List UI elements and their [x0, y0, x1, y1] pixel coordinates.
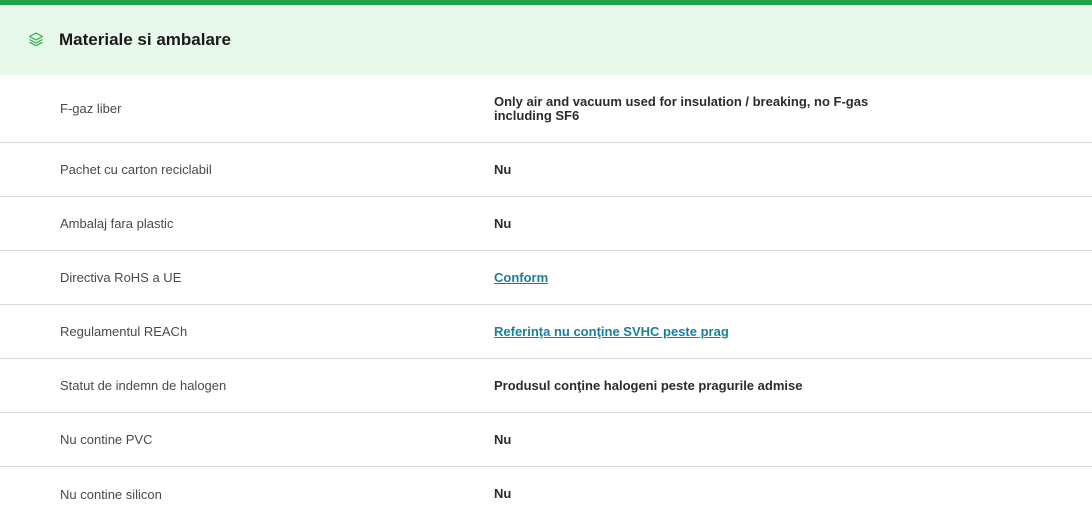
section-title: Materiale si ambalare: [59, 30, 231, 49]
row-label: F-gaz liber: [60, 101, 122, 116]
section-header[interactable]: Materiale si ambalare: [0, 5, 1092, 75]
row-label: Nu contine PVC: [60, 432, 153, 447]
row-label: Directiva RoHS a UE: [60, 270, 182, 285]
row-label: Ambalaj fara plastic: [60, 216, 174, 231]
row-value: Referinţa nu conţine SVHC peste prag: [494, 324, 924, 339]
table-row: Pachet cu carton reciclabil Nu: [0, 143, 1092, 197]
row-value: Nu: [494, 431, 512, 447]
table-row: Statut de indemn de halogen Produsul con…: [0, 359, 1092, 413]
table-row: Nu contine PVC Nu: [0, 413, 1092, 467]
table-row: Ambalaj fara plastic Nu: [0, 197, 1092, 251]
row-value: Nu: [494, 161, 512, 177]
table-row: Directiva RoHS a UE Conform: [0, 251, 1092, 305]
row-value: Nu: [494, 486, 512, 501]
row-label: Pachet cu carton reciclabil: [60, 162, 212, 177]
layers-icon: [27, 30, 45, 48]
rohs-conform-link[interactable]: Conform: [494, 270, 548, 285]
spec-table: F-gaz liber Only air and vacuum used for…: [0, 75, 1092, 516]
table-row: F-gaz liber Only air and vacuum used for…: [0, 75, 1092, 143]
row-label: Statut de indemn de halogen: [60, 378, 227, 393]
table-row: Nu contine silicon Nu: [0, 467, 1092, 516]
row-value: Conform: [494, 270, 924, 285]
row-value: Nu: [494, 215, 512, 231]
table-row: Regulamentul REACh Referinţa nu conţine …: [0, 305, 1092, 359]
row-value: Produsul conţine halogeni peste praguril…: [494, 377, 803, 393]
row-label: Regulamentul REACh: [60, 324, 188, 339]
reach-svhc-link[interactable]: Referinţa nu conţine SVHC peste prag: [494, 324, 729, 339]
row-label: Nu contine silicon: [60, 486, 162, 502]
row-value: Only air and vacuum used for insulation …: [494, 93, 869, 123]
